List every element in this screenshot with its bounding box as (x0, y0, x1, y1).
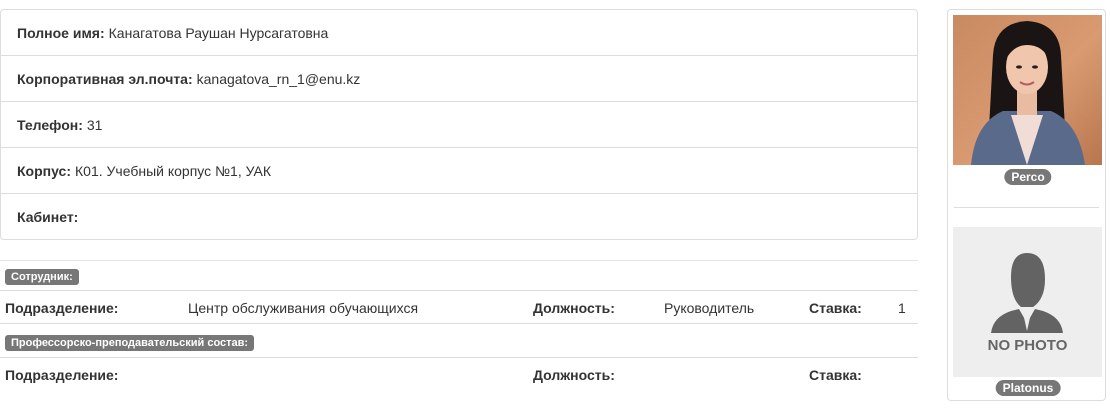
faculty-badge: Профессорско-преподавательский состав: (5, 335, 255, 351)
section-divider (0, 260, 918, 261)
office-label: Кабинет: (17, 208, 79, 225)
photo-divider (954, 207, 1099, 208)
email-row: Корпоративная эл.почта: kanagatova_rn_1@… (1, 55, 917, 101)
portrait-image (953, 15, 1102, 165)
office-row: Кабинет: (1, 193, 917, 239)
email-label: Корпоративная эл.почта: (17, 70, 193, 87)
profile-photo[interactable] (953, 15, 1102, 165)
full-name-label: Полное имя: (17, 24, 105, 41)
contact-info-panel: Полное имя: Канагатова Раушан Нурсагатов… (0, 9, 918, 240)
employee-department-label: Подразделение: (5, 300, 119, 316)
no-photo-placeholder: NO PHOTO (953, 227, 1102, 377)
email-value: kanagatova_rn_1@enu.kz (196, 70, 361, 87)
employee-rate-value: 1 (898, 300, 906, 316)
no-photo-text: NO PHOTO (987, 337, 1068, 354)
photo-panel: Perco NO PHOTO Platonus (947, 9, 1106, 401)
phone-label: Телефон: (17, 116, 83, 133)
employee-badge: Сотрудник: (5, 269, 79, 285)
employee-position-label: Должность: (533, 300, 615, 316)
phone-value: 31 (86, 116, 103, 133)
phone-row: Телефон: 31 (1, 101, 917, 147)
employee-position-value: Руководитель (664, 300, 755, 316)
faculty-rate-label: Ставка: (809, 367, 862, 383)
faculty-position-label: Должность: (533, 367, 615, 383)
full-name-row: Полное имя: Канагатова Раушан Нурсагатов… (1, 10, 917, 55)
building-value: К01. Учебный корпус №1, УАК (75, 162, 272, 179)
person-silhouette-icon (991, 253, 1063, 333)
platonus-label: Platonus (995, 380, 1061, 396)
employee-rate-label: Ставка: (809, 300, 862, 316)
full-name-value: Канагатова Раушан Нурсагатовна (108, 24, 329, 41)
building-label: Корпус: (17, 162, 71, 179)
faculty-row: Подразделение: Должность: Ставка: (0, 357, 918, 391)
employee-row: Подразделение: Центр обслуживания обучаю… (0, 290, 918, 324)
perco-label: Perco (1004, 169, 1052, 185)
building-row: Корпус: К01. Учебный корпус №1, УАК (1, 147, 917, 193)
employee-department-value: Центр обслуживания обучающихся (188, 300, 419, 316)
faculty-department-label: Подразделение: (5, 367, 119, 383)
